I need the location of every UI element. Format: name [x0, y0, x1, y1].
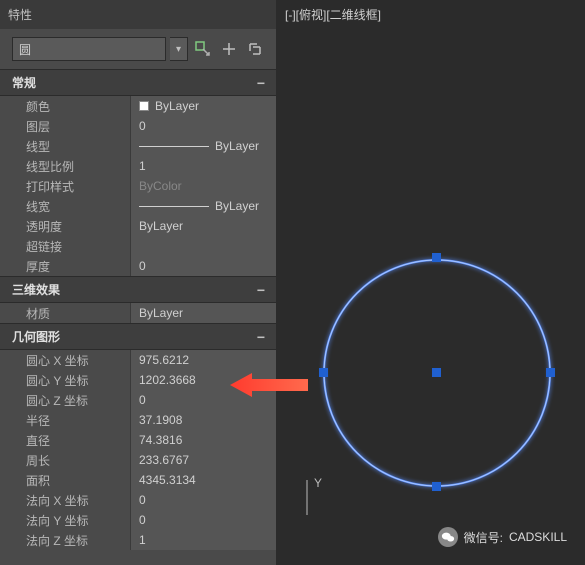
prop-area[interactable]: 面积4345.3134 — [0, 470, 276, 490]
grip-bottom[interactable] — [432, 482, 441, 491]
section-header-geometry[interactable]: 几何图形 − — [0, 324, 276, 350]
wechat-icon — [438, 527, 458, 547]
section-header-general[interactable]: 常规 − — [0, 70, 276, 96]
prop-transparency[interactable]: 透明度ByLayer — [0, 216, 276, 236]
properties-panel: 特性 圆 ▾ 常规 − 颜色ByLayer 图层0 线型ByLayer 线型比例… — [0, 0, 277, 565]
panel-title: 特性 — [0, 0, 276, 29]
grip-left[interactable] — [319, 368, 328, 377]
prop-linetype[interactable]: 线型ByLayer — [0, 136, 276, 156]
prop-normaly[interactable]: 法向 Y 坐标0 — [0, 510, 276, 530]
section-header-threed[interactable]: 三维效果 − — [0, 277, 276, 303]
section-threed: 三维效果 − 材质ByLayer — [0, 276, 276, 323]
selector-dropdown-icon[interactable]: ▾ — [170, 37, 188, 61]
prop-circumference[interactable]: 周长233.6767 — [0, 450, 276, 470]
prop-lineweight[interactable]: 线宽ByLayer — [0, 196, 276, 216]
prop-radius[interactable]: 半径37.1908 — [0, 410, 276, 430]
select-objects-icon[interactable] — [218, 38, 240, 60]
section-geometry: 几何图形 − 圆心 X 坐标975.6212 圆心 Y 坐标1202.3668 … — [0, 323, 276, 550]
prop-normalx[interactable]: 法向 X 坐标0 — [0, 490, 276, 510]
collapse-icon: − — [254, 75, 268, 91]
selector-row: 圆 ▾ — [0, 29, 276, 69]
prop-centerx[interactable]: 圆心 X 坐标975.6212 — [0, 350, 276, 370]
grip-center[interactable] — [432, 368, 441, 377]
prop-diameter[interactable]: 直径74.3816 — [0, 430, 276, 450]
grip-top[interactable] — [432, 253, 441, 262]
prop-layer[interactable]: 图层0 — [0, 116, 276, 136]
prop-color[interactable]: 颜色ByLayer — [0, 96, 276, 116]
toggle-pui-icon[interactable] — [244, 38, 266, 60]
object-type-selector[interactable]: 圆 — [12, 37, 166, 61]
prop-plotstyle[interactable]: 打印样式ByColor — [0, 176, 276, 196]
quick-select-icon[interactable] — [192, 38, 214, 60]
viewport[interactable]: [-][俯视][二维线框] Y 微信号: CADSKILL — [277, 0, 585, 565]
grip-right[interactable] — [546, 368, 555, 377]
color-swatch-icon — [139, 101, 149, 111]
prop-material[interactable]: 材质ByLayer — [0, 303, 276, 323]
prop-normalz[interactable]: 法向 Z 坐标1 — [0, 530, 276, 550]
viewport-label[interactable]: [-][俯视][二维线框] — [285, 6, 381, 23]
prop-thickness[interactable]: 厚度0 — [0, 256, 276, 276]
collapse-icon: − — [254, 329, 268, 345]
annotation-arrow-icon — [230, 370, 310, 400]
linetype-sample-icon — [139, 146, 209, 147]
ucs-icon: Y — [297, 475, 347, 525]
prop-ltscale[interactable]: 线型比例1 — [0, 156, 276, 176]
prop-hyperlink[interactable]: 超链接 — [0, 236, 276, 256]
watermark: 微信号: CADSKILL — [438, 527, 567, 547]
lineweight-sample-icon — [139, 206, 209, 207]
collapse-icon: − — [254, 282, 268, 298]
svg-text:Y: Y — [314, 476, 322, 490]
section-general: 常规 − 颜色ByLayer 图层0 线型ByLayer 线型比例1 打印样式B… — [0, 69, 276, 276]
